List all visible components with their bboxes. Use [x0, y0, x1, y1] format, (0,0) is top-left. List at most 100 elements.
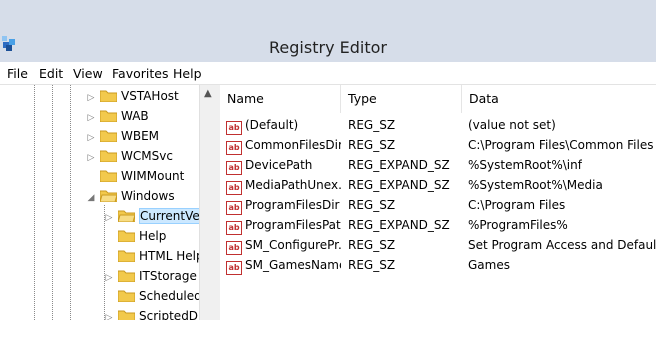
expand-arrow-icon[interactable]: ▷ [104, 208, 114, 228]
tree-item-help[interactable]: Help [104, 226, 166, 246]
values-list[interactable]: Name Type Data ab (Default) REG_SZ (value… [220, 85, 656, 320]
tree-item-vstahost[interactable]: ▷ VSTAHost [86, 86, 179, 106]
tree-item-label: HTML Help [139, 249, 204, 263]
tree-item-label-selected: CurrentVer [139, 208, 206, 224]
menu-help[interactable]: Help [173, 66, 202, 81]
value-row[interactable]: ab ProgramFilesDir REG_SZ C:\Program File… [220, 195, 656, 215]
open-folder-icon [118, 210, 135, 222]
menu-edit[interactable]: Edit [39, 66, 63, 81]
string-value-icon: ab [226, 241, 242, 255]
expand-arrow-icon[interactable]: ▷ [86, 148, 96, 168]
string-value-icon: ab [226, 121, 242, 135]
value-name: ProgramFilesDir [245, 198, 340, 212]
folder-icon [118, 270, 135, 282]
value-row[interactable]: ab ProgramFilesPath REG_EXPAND_SZ %Progra… [220, 215, 656, 235]
value-name: ProgramFilesPath [245, 218, 341, 232]
tree-item-scripted[interactable]: ▷ ScriptedDia [104, 306, 209, 320]
registry-key-tree[interactable]: ▷ VSTAHost ▷ WAB ▷ WBEM ▷ WCMSvc WIMMount ◢ W… [0, 85, 216, 320]
tree-item-html-help[interactable]: HTML Help [104, 246, 204, 266]
value-type: REG_SZ [348, 238, 396, 252]
expand-arrow-icon[interactable]: ▷ [86, 88, 96, 108]
expand-arrow-icon[interactable]: ▷ [104, 268, 114, 288]
window-title: Registry Editor [269, 38, 387, 57]
tree-item-scheduled[interactable]: ScheduledI [104, 286, 205, 306]
string-value-icon: ab [226, 181, 242, 195]
folder-icon [118, 310, 135, 320]
folder-icon [100, 130, 117, 142]
value-name: (Default) [245, 118, 299, 132]
menu-favorites[interactable]: Favorites [112, 66, 168, 81]
string-value-icon: ab [226, 141, 242, 155]
menu-view[interactable]: View [73, 66, 103, 81]
column-header-name[interactable]: Name [220, 85, 341, 113]
tree-item-label: WBEM [121, 129, 160, 143]
value-type: REG_EXPAND_SZ [348, 158, 450, 172]
folder-icon [118, 250, 135, 262]
folder-icon [118, 290, 135, 302]
tree-item-label: ScheduledI [139, 289, 206, 303]
tree-item-label: Help [139, 229, 167, 243]
folder-icon [100, 170, 117, 182]
value-name: CommonFilesDir [245, 138, 341, 152]
value-row[interactable]: ab (Default) REG_SZ (value not set) [220, 115, 656, 135]
value-name: DevicePath [245, 158, 313, 172]
folder-icon [100, 110, 117, 122]
string-value-icon: ab [226, 201, 242, 215]
value-data: C:\Program Files [468, 198, 566, 212]
tree-item-label: WIMMount [121, 169, 185, 183]
value-type: REG_SZ [348, 138, 396, 152]
value-data: %SystemRoot%\Media [468, 178, 603, 192]
collapse-arrow-icon[interactable]: ◢ [86, 188, 96, 208]
value-data: %SystemRoot%\inf [468, 158, 582, 172]
value-row[interactable]: ab DevicePath REG_EXPAND_SZ %SystemRoot%\… [220, 155, 656, 175]
column-header-data[interactable]: Data [462, 85, 656, 113]
tree-item-windows[interactable]: ◢ Windows [86, 186, 175, 206]
tree-item-wbem[interactable]: ▷ WBEM [86, 126, 160, 148]
folder-icon [118, 230, 135, 242]
title-bar: Registry Editor [0, 0, 656, 62]
tree-item-label: WAB [121, 109, 149, 123]
value-row[interactable]: ab SM_ConfigurePr... REG_SZ Set Program A… [220, 235, 656, 255]
value-data: C:\Program Files\Common Files [468, 138, 654, 152]
value-data: (value not set) [468, 118, 556, 132]
expand-arrow-icon[interactable]: ▷ [86, 108, 96, 128]
tree-item-label: WCMSvc [121, 149, 173, 163]
expand-arrow-icon[interactable]: ▷ [86, 128, 96, 148]
value-data: Set Program Access and Defaults [468, 238, 656, 252]
string-value-icon: ab [226, 161, 242, 175]
tree-item-currentversion[interactable]: ▷ CurrentVer [104, 206, 206, 226]
tree-item-itstorage[interactable]: ▷ ITStorage [104, 266, 197, 286]
value-type: REG_EXPAND_SZ [348, 218, 450, 232]
tree-scrollbar[interactable]: ▲ [199, 85, 216, 320]
tree-item-wab[interactable]: ▷ WAB [86, 106, 149, 126]
tree-item-wcmsvc[interactable]: ▷ WCMSvc [86, 146, 173, 166]
tree-guide-line [52, 85, 53, 320]
value-type: REG_SZ [348, 258, 396, 272]
scroll-up-arrow-icon[interactable]: ▲ [204, 88, 212, 99]
menu-file[interactable]: File [7, 66, 28, 81]
open-folder-icon [100, 190, 117, 202]
string-value-icon: ab [226, 261, 242, 275]
value-name: SM_ConfigurePr... [245, 238, 341, 252]
value-row[interactable]: ab CommonFilesDir REG_SZ C:\Program Files… [220, 135, 656, 155]
value-type: REG_SZ [348, 118, 396, 132]
value-row[interactable]: ab MediaPathUnex... REG_EXPAND_SZ %System… [220, 175, 656, 195]
value-name: SM_GamesName [245, 258, 341, 272]
folder-icon [100, 90, 117, 102]
tree-item-label: Windows [121, 189, 175, 203]
string-value-icon: ab [226, 221, 242, 235]
value-name: MediaPathUnex... [245, 178, 341, 192]
tree-item-wimmount[interactable]: WIMMount [86, 166, 184, 186]
value-type: REG_SZ [348, 198, 396, 212]
value-data: Games [468, 258, 510, 272]
tree-item-label: VSTAHost [121, 89, 179, 103]
tree-item-label: ITStorage [139, 269, 197, 283]
tree-guide-line [34, 85, 35, 320]
value-data: %ProgramFiles% [468, 218, 568, 232]
value-row[interactable]: ab SM_GamesName REG_SZ Games [220, 255, 656, 275]
tree-guide-line [70, 85, 71, 320]
column-header-type[interactable]: Type [341, 85, 462, 113]
value-type: REG_EXPAND_SZ [348, 178, 450, 192]
expand-arrow-icon[interactable]: ▷ [104, 308, 114, 320]
folder-icon [100, 150, 117, 162]
